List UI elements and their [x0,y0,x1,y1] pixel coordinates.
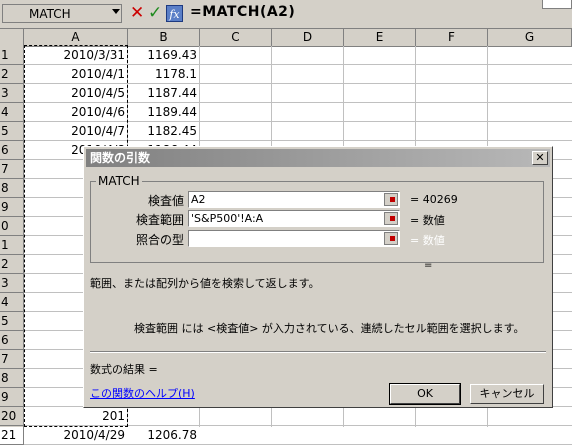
row-header[interactable]: 5 [0,312,24,331]
row-header[interactable]: 8 [0,179,24,198]
group-label: MATCH [96,174,142,188]
cell-a[interactable]: 2010/4/29 [24,426,128,445]
column-header[interactable]: B [128,29,200,46]
lookup-value-text: A2 [191,193,206,206]
column-header[interactable]: C [200,29,272,46]
collapse-dialog-icon[interactable] [384,232,398,245]
column-header[interactable]: G [488,29,572,46]
collapse-dialog-icon[interactable] [384,193,398,206]
row-header[interactable]: 0 [0,217,24,236]
arg-result-lookup-value: = 40269 [410,193,458,206]
arg-result-lookup-array: = 数値 [410,214,445,227]
collapse-dialog-icon[interactable] [384,212,398,225]
cell-b[interactable]: 1182.45 [128,122,200,141]
chevron-down-icon[interactable] [112,9,120,14]
name-box[interactable]: MATCH [2,4,122,23]
row-header[interactable]: 4 [0,293,24,312]
row-header[interactable]: 7 [0,160,24,179]
cancel-formula-icon[interactable]: ✕ [130,3,144,23]
formula-result: 数式の結果 = [90,363,158,376]
row-header[interactable]: 1 [0,236,24,255]
cell-b[interactable]: 1187.44 [128,84,200,103]
arg-label-match-type: 照合の型 [135,233,184,247]
column-header[interactable]: D [272,29,344,46]
overall-eq-sign: = [424,260,433,271]
row-header[interactable]: 3 [0,84,24,103]
function-arguments-dialog: 関数の引数 ✕ MATCH 検査値 A2 = 40269 検査範囲 'S&P50… [83,146,553,408]
name-box-value: MATCH [29,7,71,21]
lookup-array-text: 'S&P500'!A:A [191,212,264,225]
close-icon[interactable]: ✕ [532,151,548,165]
row-header[interactable]: 6 [0,331,24,350]
help-link[interactable]: この関数のヘルプ(H) [90,385,195,401]
row-header[interactable]: 6 [0,141,24,160]
lookup-array-input[interactable]: 'S&P500'!A:A [188,210,400,227]
row-headers: 1 2 3 4 5 6 7 8 9 0 1 2 3 4 5 6 7 8 9 20 21 [0,46,24,445]
column-header[interactable]: A [24,29,128,46]
ok-button[interactable]: OK [389,383,461,405]
arg-result-match-type: = 数値 [410,234,445,247]
formula-input[interactable]: =MATCH(A2) [190,4,295,20]
arg-label-lookup-value: 検査値 [147,194,184,208]
match-type-input[interactable] [188,230,400,247]
function-description: 範囲、または配列から値を検索して返します。 [90,277,320,290]
column-header[interactable]: E [344,29,416,46]
cell-b[interactable] [128,407,200,426]
row-header[interactable]: 2 [0,255,24,274]
formula-bar: MATCH ✕ ✓ fx =MATCH(A2) [0,0,572,29]
dialog-titlebar[interactable]: 関数の引数 ✕ [86,149,550,167]
row-header[interactable]: 2 [0,65,24,84]
row-header[interactable]: 1 [0,46,24,65]
enter-formula-icon[interactable]: ✓ [148,3,162,23]
row-header[interactable]: 8 [0,369,24,388]
row-header[interactable]: 7 [0,350,24,369]
row-header[interactable]: 21 [0,426,24,445]
row-header[interactable]: 4 [0,103,24,122]
arg-label-lookup-array: 検査範囲 [135,213,184,227]
dialog-title: 関数の引数 [90,151,151,165]
scrollbar-stub [542,0,572,9]
row-header[interactable]: 20 [0,407,24,426]
cancel-button[interactable]: キャンセル [470,384,544,404]
divider [90,351,546,353]
lookup-value-input[interactable]: A2 [188,191,400,208]
select-all-corner[interactable] [0,29,24,46]
row-header[interactable]: 3 [0,274,24,293]
cell-b[interactable]: 1189.44 [128,103,200,122]
cell-b[interactable]: 1169.43 [128,46,200,65]
row-header[interactable]: 9 [0,388,24,407]
argument-description: 検査範囲 には <検査値> が入力されている、連続したセル範囲を選択します。 [134,322,525,335]
cell-b[interactable]: 1178.1 [128,65,200,84]
insert-function-icon[interactable]: fx [166,5,183,22]
row-header[interactable]: 5 [0,122,24,141]
row-header[interactable]: 9 [0,198,24,217]
column-header[interactable]: F [416,29,488,46]
cell-b[interactable]: 1206.78 [128,426,200,445]
